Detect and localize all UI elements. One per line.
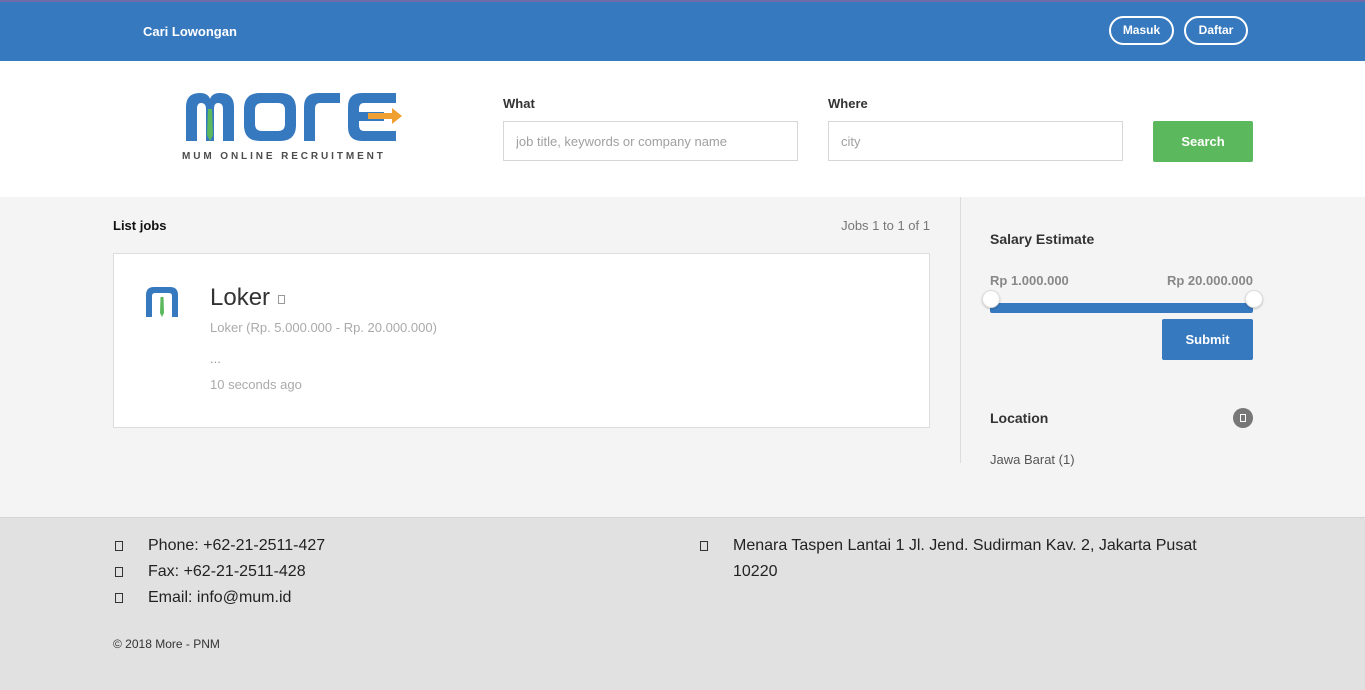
search-button[interactable]: Search (1153, 121, 1253, 162)
register-button[interactable]: Daftar (1184, 16, 1248, 45)
location-item-jawa-barat[interactable]: Jawa Barat (1) (990, 452, 1075, 467)
top-navbar: Cari Lowongan Masuk Daftar (0, 0, 1365, 61)
bookmark-icon[interactable] (278, 295, 286, 304)
email-icon (115, 593, 123, 603)
location-title: Location (990, 410, 1049, 426)
map-marker-icon (700, 541, 708, 551)
salary-range-track[interactable] (990, 303, 1253, 313)
salary-max-label: Rp 20.000.000 (1166, 273, 1253, 288)
what-label: What (503, 96, 535, 111)
what-input[interactable] (503, 121, 798, 161)
company-logo-icon (146, 287, 178, 317)
fax-icon (115, 567, 123, 577)
more-logo-mark (186, 93, 402, 141)
job-description: ... (210, 351, 221, 366)
more-logo[interactable]: MUM ONLINE RECRUITMENT (182, 89, 404, 165)
salary-max-handle[interactable] (1245, 290, 1263, 308)
salary-title: Salary Estimate (990, 231, 1095, 247)
logo-tagline: MUM ONLINE RECRUITMENT (182, 151, 386, 162)
salary-submit-button[interactable]: Submit (1162, 319, 1253, 360)
where-input[interactable] (828, 121, 1123, 161)
sidebar-divider (960, 197, 961, 463)
footer-address-line1: Menara Taspen Lantai 1 Jl. Jend. Sudirma… (733, 537, 1197, 554)
footer-address-line2: 10220 (733, 563, 778, 580)
login-button[interactable]: Masuk (1109, 16, 1174, 45)
footer-phone: Phone: +62-21-2511-427 (148, 537, 326, 554)
search-header: MUM ONLINE RECRUITMENT What Where Search (0, 61, 1365, 197)
job-title-row[interactable]: Loker (210, 284, 286, 312)
footer-fax: Fax: +62-21-2511-428 (148, 563, 306, 580)
salary-min-label: Rp 1.000.000 (990, 273, 1069, 288)
list-title: List jobs (113, 218, 167, 233)
job-card[interactable]: Loker Loker (Rp. 5.000.000 - Rp. 20.000.… (113, 253, 930, 428)
job-subtitle: Loker (Rp. 5.000.000 - Rp. 20.000.000) (210, 320, 437, 335)
where-label: Where (828, 96, 868, 111)
job-timestamp: 10 seconds ago (210, 377, 302, 392)
job-title[interactable]: Loker (210, 284, 270, 311)
salary-min-handle[interactable] (982, 290, 1000, 308)
location-toggle-icon[interactable] (1233, 408, 1253, 428)
nav-link-cari-lowongan[interactable]: Cari Lowongan (143, 24, 237, 39)
footer-email[interactable]: Email: info@mum.id (148, 589, 291, 607)
footer: Phone: +62-21-2511-427 Fax: +62-21-2511-… (0, 517, 1365, 690)
phone-icon (115, 541, 123, 551)
list-count: Jobs 1 to 1 of 1 (841, 218, 930, 233)
footer-copyright: © 2018 More - PNM (113, 637, 220, 651)
